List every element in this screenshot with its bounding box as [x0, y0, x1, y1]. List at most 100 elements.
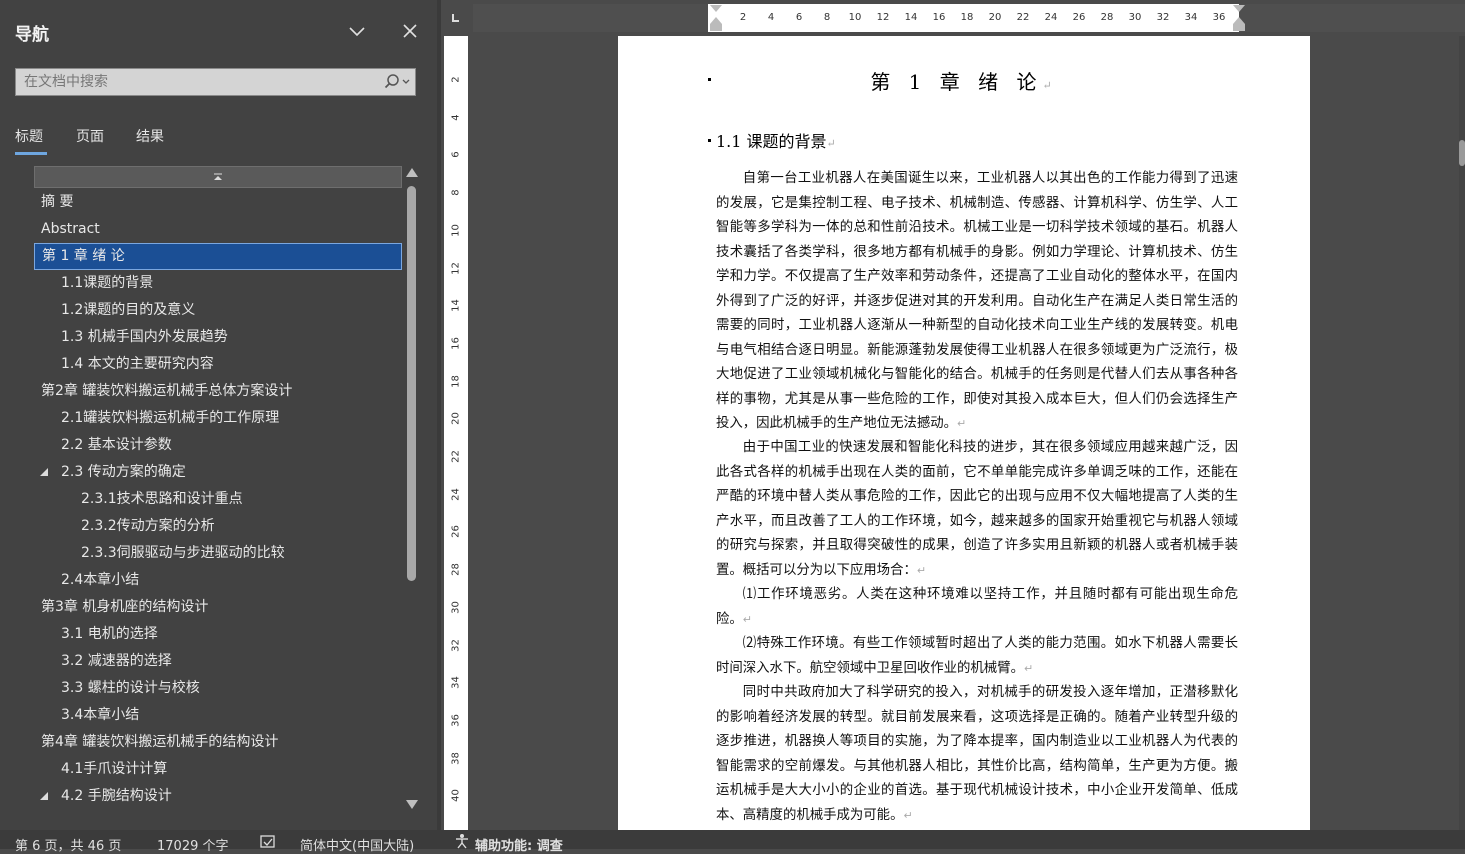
nav-heading-label: 2.3.1技术思路和设计重点	[81, 491, 243, 507]
proofing-icon[interactable]	[258, 833, 278, 853]
paragraph-text: 由于中国工业的快速发展和智能化科技的进步，其在很多领域应用越来越广泛，因此各式各…	[716, 440, 1238, 578]
nav-heading-label: 2.3 传动方案的确定	[61, 464, 186, 480]
ruler-tick-label: 28	[1100, 12, 1114, 23]
ruler-tick-label: 36	[1212, 12, 1226, 23]
nav-heading-item[interactable]: 1.4 本文的主要研究内容	[34, 351, 402, 378]
search-input[interactable]	[16, 69, 376, 95]
nav-heading-label: 2.3.2传动方案的分析	[81, 518, 215, 534]
document-page[interactable]: 第 1 章 绪 论↵ 1.1 课题的背景↵ 自第一台工业机器人在美国诞生以来，工…	[618, 36, 1310, 830]
scroll-to-top-button[interactable]	[34, 166, 402, 188]
nav-heading-item[interactable]: 摘 要	[34, 189, 402, 216]
body-paragraph: ⑴工作环境恶劣。人类在这种环境难以坚持工作，并且随时都有可能出现生命危险。↵	[716, 583, 1238, 632]
expand-triangle-icon[interactable]	[40, 468, 48, 476]
nav-heading-label: 3.3 螺柱的设计与校核	[61, 680, 200, 696]
tab-selector[interactable]	[441, 0, 471, 36]
nav-heading-label: 3.2 减速器的选择	[61, 653, 172, 669]
paragraph-mark: ↵	[903, 808, 913, 822]
ruler-tick-label: 40	[450, 789, 462, 803]
paragraph-mark: ↵	[742, 612, 752, 626]
nav-heading-label: 2.3.3伺服驱动与步进驱动的比较	[81, 545, 285, 561]
tab-pages[interactable]: 页面	[76, 126, 104, 146]
document-scrollbar-thumb[interactable]	[1459, 140, 1465, 166]
ruler-tick-label: 12	[450, 261, 462, 275]
horizontal-ruler[interactable]: 2 4 6 8 10 12 14 16 18 20 22 24 26 28 30 32 34 36	[473, 4, 1465, 32]
language-indicator[interactable]: 简体中文(中国大陆)	[300, 835, 414, 854]
ruler-tick-label: 24	[450, 487, 462, 501]
nav-heading-item[interactable]: 第 1 章 绪 论	[34, 243, 402, 270]
chapter-title: 第 1 章 绪 论↵	[618, 66, 1310, 95]
nav-heading-item[interactable]: 4.1手爪设计计算	[34, 756, 402, 783]
body-paragraph: 自第一台工业机器人在美国诞生以来，工业机器人以其出色的工作能力得到了迅速的发展，…	[716, 167, 1238, 437]
nav-heading-item[interactable]: 2.3.1技术思路和设计重点	[34, 486, 402, 513]
nav-heading-item[interactable]: 3.4本章小结	[34, 702, 402, 729]
ruler-tick-label: 18	[960, 12, 974, 23]
accessibility-icon[interactable]	[453, 833, 471, 853]
nav-heading-label: 3.4本章小结	[61, 707, 140, 723]
nav-heading-label: 3.1 电机的选择	[61, 626, 158, 642]
nav-heading-label: 第4章 罐装饮料搬运机械手的结构设计	[41, 734, 279, 750]
tab-headings[interactable]: 标题	[15, 126, 43, 146]
section-heading-text: 1.1 课题的背景	[716, 132, 827, 151]
nav-heading-item[interactable]: 3.2 减速器的选择	[34, 648, 402, 675]
ruler-tick-label: 2	[739, 12, 747, 23]
nav-heading-item[interactable]: 3.1 电机的选择	[34, 621, 402, 648]
nav-heading-label: 第2章 罐装饮料搬运机械手总体方案设计	[41, 383, 293, 399]
nav-heading-item[interactable]: 2.3 传动方案的确定	[34, 459, 402, 486]
document-scrollbar[interactable]	[1459, 36, 1465, 830]
nav-heading-item[interactable]: 1.2课题的目的及意义	[34, 297, 402, 324]
nav-heading-label: 1.3 机械手国内外发展趋势	[61, 329, 228, 345]
ruler-tick-label: 32	[1156, 12, 1170, 23]
nav-heading-item[interactable]: Abstract	[34, 216, 402, 243]
vertical-ruler[interactable]: 2 4 6 8 10 12 14 16 18 20 22 24 26 28 30 32 34 36 38 40	[444, 36, 468, 830]
nav-heading-item[interactable]: 3.3 螺柱的设计与校核	[34, 675, 402, 702]
expand-triangle-icon[interactable]	[40, 792, 48, 800]
nav-heading-item[interactable]: 2.3.2传动方案的分析	[34, 513, 402, 540]
word-count[interactable]: 17029 个字	[157, 835, 229, 854]
scrollbar-thumb[interactable]	[407, 186, 416, 581]
chapter-title-text: 第 1 章 绪 论	[870, 70, 1043, 94]
nav-heading-label: 4.2 手腕结构设计	[61, 788, 172, 804]
pane-splitter[interactable]	[437, 0, 441, 830]
status-bar: 第 6 页，共 46 页 17029 个字 简体中文(中国大陆) 辅助功能: 调…	[0, 830, 1465, 854]
left-indent-marker[interactable]	[709, 4, 723, 36]
tab-results[interactable]: 结果	[136, 126, 164, 146]
accessibility-status[interactable]: 辅助功能: 调查	[475, 835, 563, 854]
ruler-tick-label: 26	[450, 525, 462, 539]
page-count[interactable]: 第 6 页，共 46 页	[15, 835, 121, 854]
ruler-tick-label: 34	[1184, 12, 1198, 23]
navigation-pane: 导航 标题 页面 结果 摘 要 Abstract 第 1 章 绪 论 1.1课题的背景…	[0, 0, 437, 830]
ruler-tick-label: 38	[450, 751, 462, 765]
nav-heading-label: 2.1罐装饮料搬运机械手的工作原理	[61, 410, 280, 426]
ruler-tick-label: 32	[450, 638, 462, 652]
nav-heading-item[interactable]: 1.3 机械手国内外发展趋势	[34, 324, 402, 351]
close-icon[interactable]	[399, 20, 421, 42]
nav-heading-label: 第 1 章 绪 论	[42, 248, 125, 264]
right-indent-marker[interactable]	[1232, 4, 1246, 36]
ruler-tick-label: 6	[795, 12, 803, 23]
nav-heading-item[interactable]: 2.2 基本设计参数	[34, 432, 402, 459]
nav-heading-item[interactable]: 2.1罐装饮料搬运机械手的工作原理	[34, 405, 402, 432]
nav-heading-item[interactable]: 2.3.3伺服驱动与步进驱动的比较	[34, 540, 402, 567]
nav-heading-item[interactable]: 第3章 机身机座的结构设计	[34, 594, 402, 621]
ruler-tick-label: 4	[450, 114, 462, 121]
nav-heading-label: 2.4本章小结	[61, 572, 140, 588]
ruler-tick-label: 10	[450, 223, 462, 237]
nav-heading-item[interactable]: 1.1课题的背景	[34, 270, 402, 297]
nav-heading-item[interactable]: 4.2 手腕结构设计	[34, 783, 402, 810]
ruler-tick-label: 30	[450, 600, 462, 614]
nav-heading-item[interactable]: 第2章 罐装饮料搬运机械手总体方案设计	[34, 378, 402, 405]
ruler-tick-label: 34	[450, 676, 462, 690]
ruler-tick-label: 18	[450, 374, 462, 388]
scroll-up-arrow-icon[interactable]	[406, 168, 418, 177]
chevron-down-icon[interactable]	[346, 20, 368, 42]
search-icon[interactable]	[377, 69, 415, 95]
ruler-tick-label: 20	[988, 12, 1002, 23]
ruler-tick-label: 8	[450, 189, 462, 196]
paragraph-mark: ↵	[957, 417, 967, 430]
nav-scrollbar[interactable]	[404, 168, 420, 813]
search-box	[15, 68, 416, 96]
nav-heading-item[interactable]: 2.4本章小结	[34, 567, 402, 594]
nav-heading-item[interactable]: 第4章 罐装饮料搬运机械手的结构设计	[34, 729, 402, 756]
ruler-tick-label: 36	[450, 714, 462, 727]
scroll-down-arrow-icon[interactable]	[406, 800, 418, 809]
